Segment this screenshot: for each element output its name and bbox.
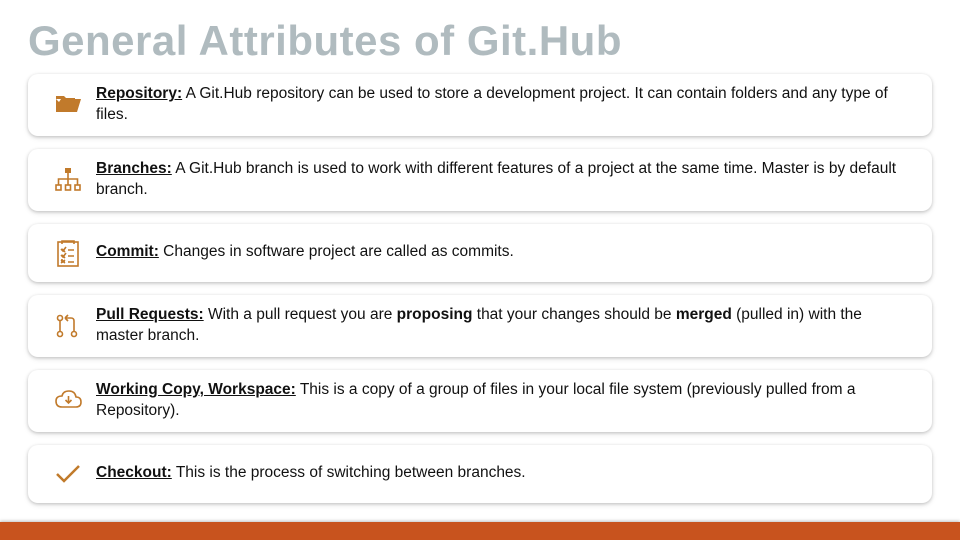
- footer-accent-bar: [0, 522, 960, 540]
- attribute-text: Checkout: This is the process of switchi…: [96, 463, 912, 484]
- attribute-card: Repository: A Git.Hub repository can be …: [28, 74, 932, 136]
- attribute-card: Working Copy, Workspace: This is a copy …: [28, 370, 932, 432]
- attribute-desc-part: A Git.Hub branch is used to work with di…: [96, 160, 896, 198]
- attribute-desc-part: With a pull request you are: [204, 306, 397, 323]
- hierarchy-icon: [40, 165, 96, 195]
- attribute-desc-part: that your changes should be: [472, 306, 675, 323]
- check-icon: [40, 459, 96, 489]
- attribute-desc-part: A Git.Hub repository can be used to stor…: [96, 85, 888, 123]
- attribute-text: Pull Requests: With a pull request you a…: [96, 305, 912, 347]
- attribute-term: Pull Requests:: [96, 306, 204, 323]
- attribute-term: Repository:: [96, 85, 182, 102]
- attribute-desc-part: merged: [676, 306, 732, 323]
- pull-request-icon: [40, 311, 96, 341]
- attribute-text: Repository: A Git.Hub repository can be …: [96, 84, 912, 126]
- page-title: General Attributes of Git.Hub: [28, 18, 932, 64]
- folder-open-icon: [40, 90, 96, 120]
- attribute-card: Branches: A Git.Hub branch is used to wo…: [28, 149, 932, 211]
- card-list: Repository: A Git.Hub repository can be …: [28, 74, 932, 502]
- attribute-card: Pull Requests: With a pull request you a…: [28, 295, 932, 357]
- attribute-desc-part: proposing: [397, 306, 473, 323]
- attribute-text: Commit: Changes in software project are …: [96, 242, 912, 263]
- attribute-text: Working Copy, Workspace: This is a copy …: [96, 380, 912, 422]
- attribute-term: Branches:: [96, 160, 172, 177]
- attribute-term: Working Copy, Workspace:: [96, 381, 296, 398]
- attribute-term: Commit:: [96, 243, 159, 260]
- attribute-term: Checkout:: [96, 464, 172, 481]
- attribute-card: Checkout: This is the process of switchi…: [28, 445, 932, 503]
- attribute-desc-part: Changes in software project are called a…: [159, 243, 514, 260]
- attribute-card: Commit: Changes in software project are …: [28, 224, 932, 282]
- checklist-icon: [40, 238, 96, 268]
- cloud-download-icon: [40, 386, 96, 416]
- attribute-desc-part: This is the process of switching between…: [172, 464, 526, 481]
- slide: General Attributes of Git.Hub Repository…: [0, 0, 960, 540]
- attribute-text: Branches: A Git.Hub branch is used to wo…: [96, 159, 912, 201]
